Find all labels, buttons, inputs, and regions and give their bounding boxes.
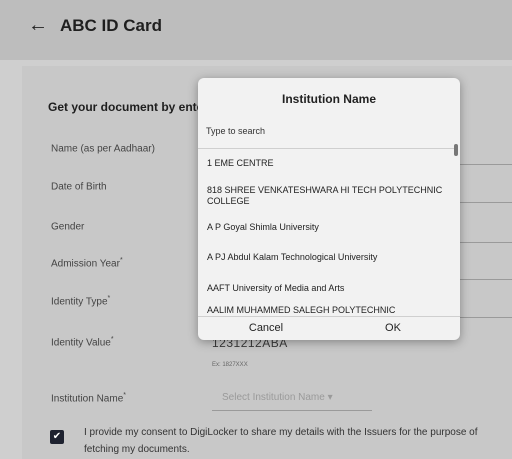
search-input[interactable]: Type to search bbox=[206, 126, 452, 136]
list-item[interactable]: 1 EME CENTRE bbox=[198, 149, 454, 178]
list-item[interactable]: AALIM MUHAMMED SALEGH POLYTECHNIC bbox=[198, 303, 454, 317]
scrollbar-thumb[interactable] bbox=[454, 144, 458, 156]
consent-checkbox[interactable]: ✔ bbox=[50, 430, 64, 444]
chevron-down-icon: ▾ bbox=[327, 392, 333, 403]
back-arrow-icon[interactable]: ← bbox=[28, 14, 48, 36]
field-label-institution-name: Institution Name* bbox=[51, 392, 126, 405]
identity-value-hint: Ex: 1827XXX bbox=[212, 362, 248, 368]
dialog-title: Institution Name bbox=[281, 92, 376, 106]
list-item[interactable]: A PJ Abdul Kalam Technological Universit… bbox=[198, 241, 454, 273]
app-bar: ← ABC ID Card bbox=[0, 0, 512, 60]
consent-text: I provide my consent to DigiLocker to sh… bbox=[84, 427, 478, 455]
field-label-admission-year: Admission Year* bbox=[51, 257, 123, 270]
institution-list: 1 EME CENTRE 818 SHREE VENKATESHWARA HI … bbox=[198, 148, 454, 317]
institution-dialog: Institution Name Type to search 1 EME CE… bbox=[198, 78, 460, 340]
field-label-identity-value: Identity Value* bbox=[51, 336, 114, 349]
cancel-button[interactable]: Cancel bbox=[216, 317, 316, 340]
list-item[interactable]: A P Goyal Shimla University bbox=[198, 213, 454, 241]
field-label-dob: Date of Birth bbox=[51, 181, 107, 193]
field-label-gender: Gender bbox=[51, 221, 85, 233]
field-label-name: Name (as per Aadhaar) bbox=[51, 143, 155, 155]
ok-button[interactable]: OK bbox=[348, 317, 438, 340]
list-item[interactable]: 818 SHREE VENKATESHWARA HI TECH POLYTECH… bbox=[198, 178, 454, 213]
field-label-identity-type: Identity Type* bbox=[51, 295, 111, 308]
dialog-actions: Cancel OK bbox=[198, 316, 460, 340]
page-title: ABC ID Card bbox=[60, 16, 163, 35]
institution-name-select[interactable]: Select Institution Name ▾ bbox=[212, 386, 372, 411]
list-item[interactable]: AAFT University of Media and Arts bbox=[198, 273, 454, 303]
institution-placeholder: Select Institution Name bbox=[222, 392, 325, 403]
